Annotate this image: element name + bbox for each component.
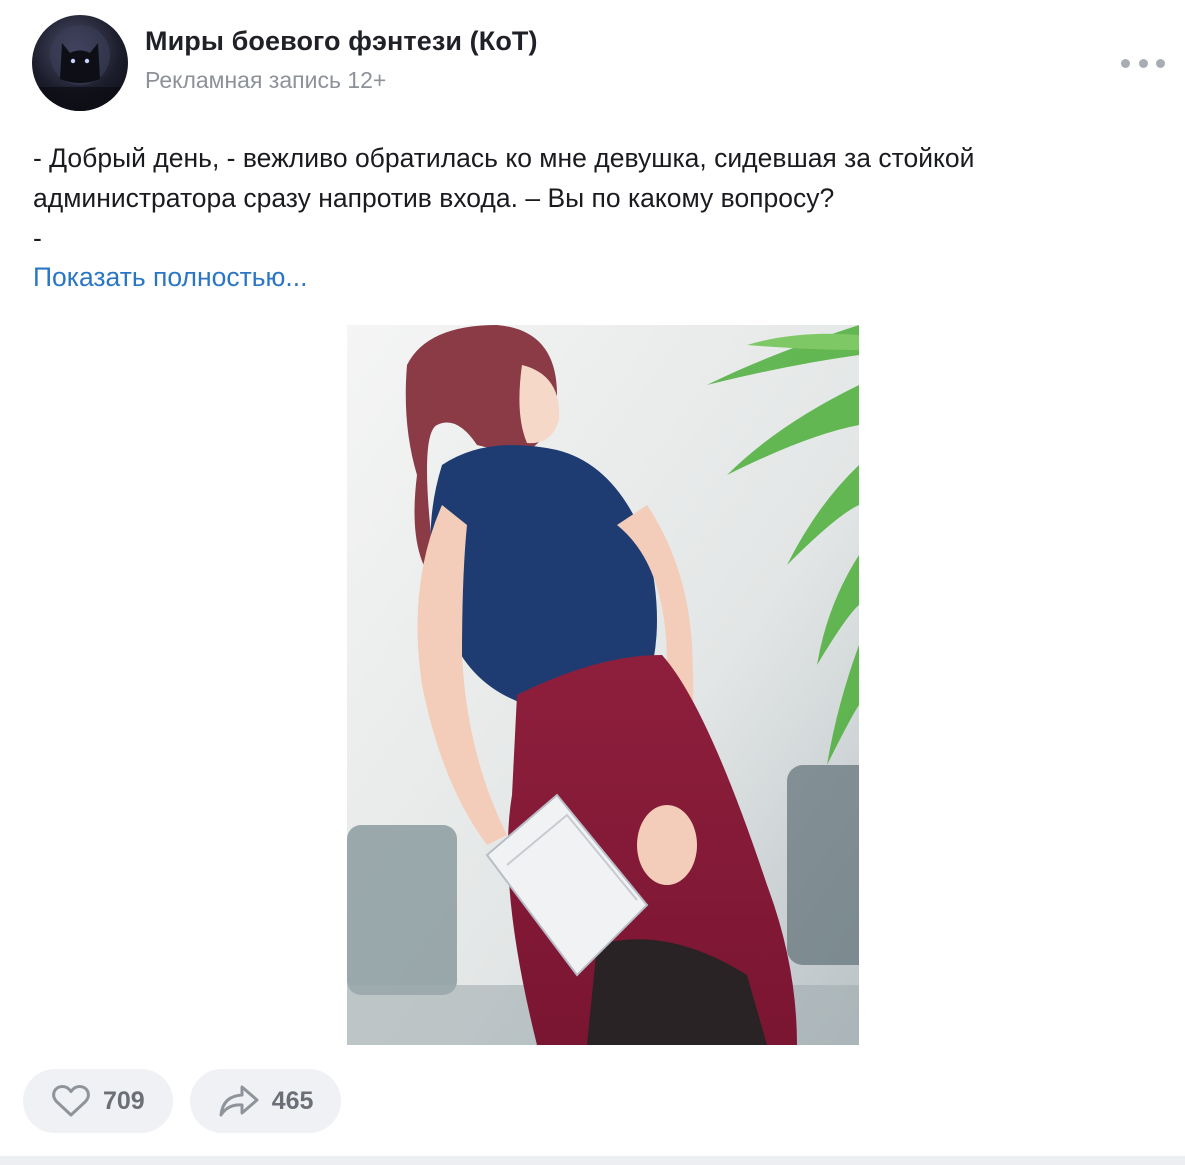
illustration-image — [347, 325, 859, 1045]
share-count: 465 — [271, 1086, 314, 1115]
like-button[interactable]: 709 — [23, 1069, 173, 1133]
post-photo[interactable] — [347, 325, 859, 1045]
post-text: - Добрый день, - вежливо обратилась ко м… — [33, 138, 1163, 258]
post-text-line: администратора сразу напротив входа. – В… — [33, 183, 835, 213]
post-text-line: - Добрый день, - вежливо обратилась ко м… — [33, 143, 975, 173]
share-button[interactable]: 465 — [189, 1069, 342, 1133]
community-name[interactable]: Миры боевого фэнтези (КоТ) — [145, 26, 538, 57]
show-more-link[interactable]: Показать полностью... — [33, 262, 308, 293]
like-count: 709 — [103, 1086, 145, 1115]
post-subtitle: Рекламная запись 12+ — [145, 67, 387, 93]
more-dots-icon[interactable] — [1121, 50, 1165, 76]
post-actions: 709 465 — [23, 1069, 342, 1133]
post-card: Миры боевого фэнтези (КоТ) Рекламная зап… — [0, 0, 1185, 1165]
community-avatar[interactable] — [32, 15, 128, 111]
share-arrow-icon — [219, 1085, 259, 1117]
cat-logo-icon — [32, 25, 128, 111]
heart-icon — [52, 1085, 90, 1117]
card-divider — [0, 1156, 1185, 1165]
post-text-line: - — [33, 223, 42, 253]
